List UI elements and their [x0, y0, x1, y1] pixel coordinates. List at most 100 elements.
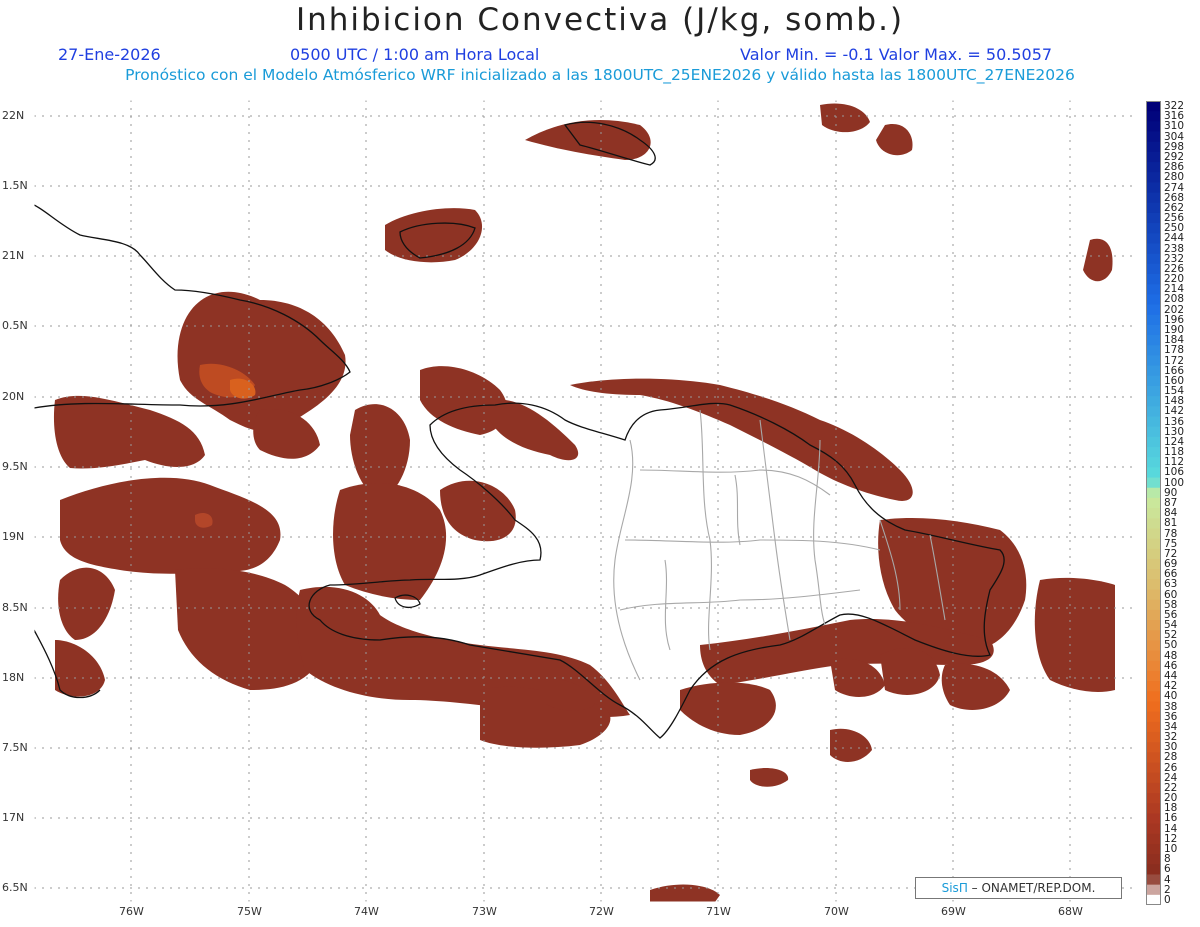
colorbar-swatch	[1146, 528, 1161, 540]
colorbar-swatch	[1146, 375, 1161, 387]
colorbar-swatch	[1146, 284, 1161, 295]
colorbar-swatch	[1146, 569, 1161, 580]
colorbar-label: 0	[1164, 893, 1171, 906]
cin-map	[33, 99, 1137, 903]
colorbar-swatch	[1146, 487, 1161, 499]
colorbar-label: 28	[1164, 751, 1178, 764]
colorbar-swatch	[1146, 274, 1161, 285]
colorbar-swatch	[1146, 579, 1161, 591]
colorbar-swatch	[1146, 589, 1161, 601]
colorbar-swatch	[1146, 324, 1161, 336]
colorbar-swatch	[1146, 253, 1161, 265]
colorbar-swatch	[1146, 833, 1161, 845]
lon-label: 74W	[354, 905, 379, 918]
colorbar-swatch	[1146, 385, 1161, 397]
lat-label: 21N	[2, 249, 25, 262]
colorbar-swatch	[1146, 599, 1161, 611]
lat-label: 7.5N	[2, 741, 28, 754]
colorbar-swatch	[1146, 752, 1161, 764]
colorbar-label: 63	[1164, 578, 1178, 591]
colorbar-label: 81	[1164, 517, 1178, 530]
colorbar-swatch	[1146, 335, 1161, 346]
colorbar-label: 280	[1164, 171, 1185, 184]
colorbar-swatch	[1146, 151, 1161, 163]
colorbar-label: 50	[1164, 639, 1178, 652]
lat-label: 22N	[2, 109, 25, 122]
colorbar-swatch	[1146, 843, 1161, 855]
lat-label: 17N	[2, 811, 25, 824]
colorbar-label: 244	[1164, 232, 1185, 245]
colorbar-swatch	[1146, 854, 1161, 865]
lat-label: 1.5N	[2, 179, 28, 192]
lat-label: 18N	[2, 671, 25, 684]
colorbar-swatch	[1146, 243, 1161, 255]
lat-label: 8.5N	[2, 601, 28, 614]
colorbar-swatch	[1146, 141, 1161, 153]
colorbar-swatch	[1146, 314, 1161, 326]
colorbar-swatch	[1146, 558, 1161, 570]
colorbar-swatch	[1146, 660, 1161, 672]
lat-label: 19N	[2, 530, 25, 543]
colorbar-swatch	[1146, 650, 1161, 662]
colorbar-swatch	[1146, 782, 1161, 794]
colorbar-swatch	[1146, 182, 1161, 194]
colorbar-swatch	[1146, 202, 1161, 214]
lat-label: 20N	[2, 390, 25, 403]
colorbar-swatch	[1146, 772, 1161, 784]
colorbar-swatch	[1146, 742, 1161, 753]
colorbar-swatch	[1146, 548, 1161, 560]
colorbar-swatch	[1146, 721, 1161, 733]
colorbar-swatch	[1146, 477, 1161, 489]
colorbar-label: 178	[1164, 344, 1185, 357]
colorbar-label: 16	[1164, 812, 1178, 825]
colorbar-swatch	[1146, 406, 1161, 417]
colorbar-swatch	[1146, 396, 1161, 407]
colorbar-swatch	[1146, 884, 1161, 896]
colorbar-swatch	[1146, 538, 1161, 550]
lon-label: 70W	[824, 905, 849, 918]
colorbar-swatch	[1146, 365, 1161, 377]
colorbar-swatch	[1146, 803, 1161, 814]
colorbar-swatch	[1146, 609, 1161, 621]
colorbar-label: 6	[1164, 863, 1171, 876]
colorbar-swatch	[1146, 874, 1161, 886]
colorbar-swatch	[1146, 131, 1161, 143]
lat-label: 0.5N	[2, 319, 28, 332]
colorbar-swatch	[1146, 497, 1161, 509]
lon-label: 72W	[589, 905, 614, 918]
lat-label: 6.5N	[2, 881, 28, 894]
colorbar-swatch	[1146, 304, 1161, 316]
colorbar-swatch	[1146, 212, 1161, 224]
colorbar-swatch	[1146, 457, 1161, 468]
colorbar-swatch	[1146, 620, 1161, 631]
colorbar-swatch	[1146, 823, 1161, 835]
lon-label: 69W	[941, 905, 966, 918]
credit-text: – ONAMET/REP.DOM.	[971, 881, 1096, 895]
colorbar-swatch	[1146, 731, 1161, 743]
lon-label: 73W	[472, 905, 497, 918]
colorbar-swatch	[1146, 436, 1161, 448]
colorbar-swatch	[1146, 711, 1161, 723]
colorbar-swatch	[1146, 508, 1161, 519]
colorbar-swatch	[1146, 192, 1161, 204]
colorbar-label: 208	[1164, 293, 1185, 306]
colorbar-swatch	[1146, 813, 1161, 825]
colorbar-swatch	[1146, 701, 1161, 713]
colorbar-swatch	[1146, 355, 1161, 367]
colorbar-swatch	[1146, 294, 1161, 306]
colorbar-swatch	[1146, 864, 1161, 875]
colorbar-swatch	[1146, 630, 1161, 641]
colorbar-label: 40	[1164, 690, 1178, 703]
colorbar-swatch	[1146, 263, 1161, 275]
colorbar-swatch	[1146, 101, 1161, 112]
colorbar-swatch	[1146, 681, 1161, 692]
colorbar-swatch	[1146, 233, 1161, 244]
colorbar-swatch	[1146, 518, 1161, 529]
colorbar-label: 106	[1164, 466, 1185, 479]
colorbar-swatch	[1146, 172, 1161, 183]
colorbar-swatch	[1146, 223, 1161, 234]
lon-label: 75W	[237, 905, 262, 918]
colorbar-swatch	[1146, 426, 1161, 438]
lon-label: 71W	[706, 905, 731, 918]
lat-label: 9.5N	[2, 460, 28, 473]
